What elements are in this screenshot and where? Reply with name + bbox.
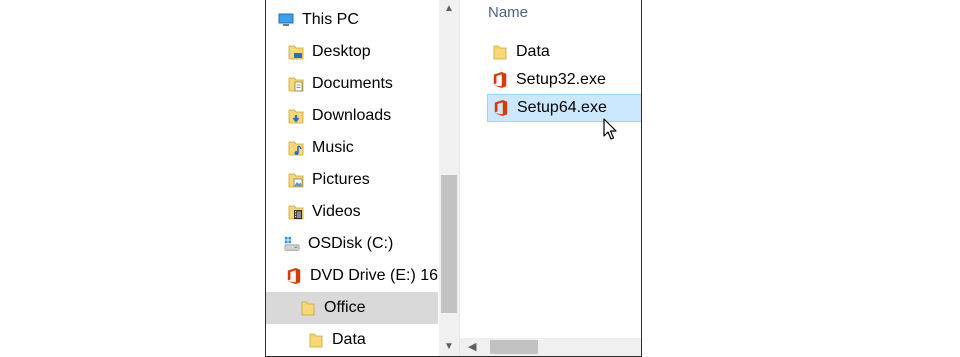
- file-explorer-window: This PC Desktop Documents Downloads Musi…: [265, 0, 642, 357]
- scroll-left-icon[interactable]: ◀: [468, 338, 476, 356]
- nav-item-label: Music: [312, 139, 354, 156]
- nav-item-this-pc[interactable]: This PC: [278, 4, 438, 36]
- scrollbar-thumb[interactable]: [490, 340, 538, 354]
- office-logo-icon: [494, 100, 508, 116]
- disk-drive-icon: [284, 236, 300, 251]
- nav-item-pictures[interactable]: Pictures: [288, 164, 438, 196]
- file-item-setup32[interactable]: Setup32.exe: [492, 66, 606, 94]
- scroll-down-icon[interactable]: ▼: [439, 338, 459, 356]
- nav-item-label: Documents: [312, 75, 393, 92]
- file-list: Name Data Setup32.exe Setup64.exe: [460, 0, 641, 356]
- nav-item-music[interactable]: Music: [288, 132, 438, 164]
- nav-item-label: Downloads: [312, 107, 392, 124]
- downloads-folder-icon: [288, 109, 304, 124]
- nav-item-label: OSDisk (C:): [308, 235, 394, 252]
- vertical-scrollbar[interactable]: ▲ ▼: [439, 0, 459, 356]
- documents-folder-icon: [288, 77, 304, 92]
- nav-item-label: Data: [332, 331, 366, 348]
- scrollbar-thumb[interactable]: [441, 175, 457, 313]
- computer-icon: [278, 13, 294, 26]
- nav-item-documents[interactable]: Documents: [288, 68, 438, 100]
- file-item-label: Setup64.exe: [517, 99, 607, 116]
- nav-item-label: Office: [324, 299, 366, 316]
- office-logo-icon: [287, 268, 301, 284]
- nav-item-desktop[interactable]: Desktop: [288, 36, 438, 68]
- desktop-folder-icon: [288, 45, 304, 60]
- nav-item-osdisk[interactable]: OSDisk (C:): [284, 228, 438, 260]
- file-item-label: Data: [516, 43, 550, 60]
- file-item-data[interactable]: Data: [492, 38, 550, 66]
- navigation-pane: This PC Desktop Documents Downloads Musi…: [266, 0, 438, 356]
- nav-item-label: Pictures: [312, 171, 370, 188]
- horizontal-scrollbar[interactable]: ◀: [460, 338, 641, 356]
- column-header-name[interactable]: Name: [488, 4, 528, 21]
- nav-item-label: Desktop: [312, 43, 371, 60]
- nav-item-downloads[interactable]: Downloads: [288, 100, 438, 132]
- nav-item-label: Videos: [312, 203, 361, 220]
- pictures-folder-icon: [288, 173, 304, 188]
- nav-item-office[interactable]: Office: [266, 292, 438, 324]
- nav-item-data[interactable]: Data: [308, 324, 438, 356]
- mouse-cursor-icon: [603, 118, 617, 140]
- nav-item-dvd-drive[interactable]: DVD Drive (E:) 16.0: [286, 260, 438, 292]
- nav-item-label: DVD Drive (E:) 16.0: [310, 267, 438, 284]
- scroll-up-icon[interactable]: ▲: [439, 0, 459, 18]
- folder-icon: [493, 45, 507, 60]
- file-item-label: Setup32.exe: [516, 71, 606, 88]
- music-folder-icon: [288, 141, 304, 156]
- office-logo-icon: [493, 72, 507, 88]
- videos-folder-icon: [288, 205, 304, 220]
- nav-item-label: This PC: [302, 11, 359, 28]
- folder-icon: [301, 301, 315, 316]
- nav-item-videos[interactable]: Videos: [288, 196, 438, 228]
- folder-icon: [309, 333, 323, 348]
